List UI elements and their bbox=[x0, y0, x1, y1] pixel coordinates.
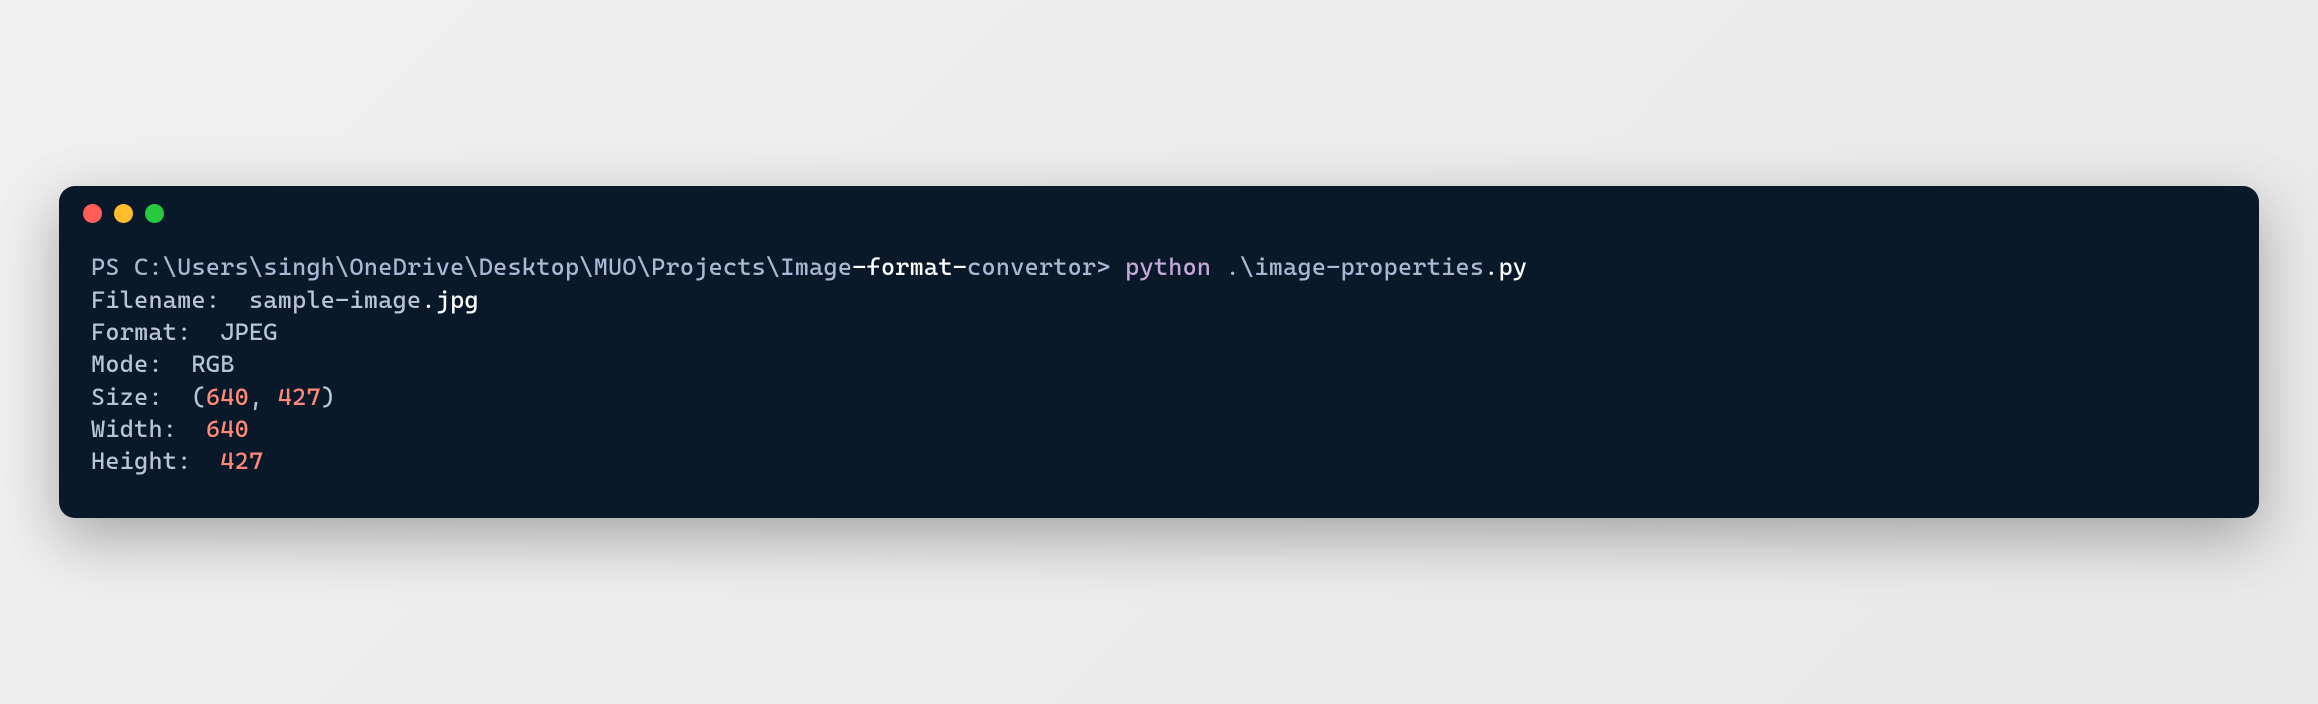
output-filename: Filename: sample-image.jpg bbox=[91, 284, 2227, 316]
size-comma: , bbox=[249, 383, 278, 411]
window-titlebar bbox=[59, 186, 2259, 231]
path-suffix-2: convertor bbox=[967, 253, 1096, 281]
output-size: Size: (640, 427) bbox=[91, 381, 2227, 413]
output-height: Height: 427 bbox=[91, 445, 2227, 477]
minimize-icon[interactable] bbox=[114, 204, 133, 223]
command-arg-ext: .py bbox=[1484, 253, 1527, 281]
prompt-line: PS C:\Users\singh\OneDrive\Desktop\MUO\P… bbox=[91, 251, 2227, 283]
filename-ext: .jpg bbox=[421, 286, 478, 314]
size-height: 427 bbox=[278, 383, 321, 411]
path-suffix-1: -format- bbox=[852, 253, 967, 281]
filename-label: Filename: bbox=[91, 286, 249, 314]
prompt-char: > bbox=[1096, 253, 1125, 281]
output-format: Format: JPEG bbox=[91, 316, 2227, 348]
command-arg: .\image-properties bbox=[1226, 253, 1485, 281]
output-mode: Mode: RGB bbox=[91, 348, 2227, 380]
height-value: 427 bbox=[220, 447, 263, 475]
maximize-icon[interactable] bbox=[145, 204, 164, 223]
size-width: 640 bbox=[206, 383, 249, 411]
size-close-paren: ) bbox=[321, 383, 335, 411]
format-value: JPEG bbox=[220, 318, 277, 346]
filename-value: sample-image bbox=[249, 286, 421, 314]
command: python bbox=[1125, 253, 1226, 281]
terminal-window: PS C:\Users\singh\OneDrive\Desktop\MUO\P… bbox=[59, 186, 2259, 518]
height-label: Height: bbox=[91, 447, 220, 475]
width-label: Width: bbox=[91, 415, 206, 443]
size-open-paren: ( bbox=[192, 383, 206, 411]
width-value: 640 bbox=[206, 415, 249, 443]
prompt-path: C:\Users\singh\OneDrive\Desktop\MUO\Proj… bbox=[134, 253, 852, 281]
close-icon[interactable] bbox=[83, 204, 102, 223]
format-label: Format: bbox=[91, 318, 220, 346]
mode-value: RGB bbox=[192, 350, 235, 378]
ps-prefix: PS bbox=[91, 253, 134, 281]
mode-label: Mode: bbox=[91, 350, 192, 378]
output-width: Width: 640 bbox=[91, 413, 2227, 445]
size-label: Size: bbox=[91, 383, 192, 411]
terminal-content[interactable]: PS C:\Users\singh\OneDrive\Desktop\MUO\P… bbox=[59, 231, 2259, 518]
